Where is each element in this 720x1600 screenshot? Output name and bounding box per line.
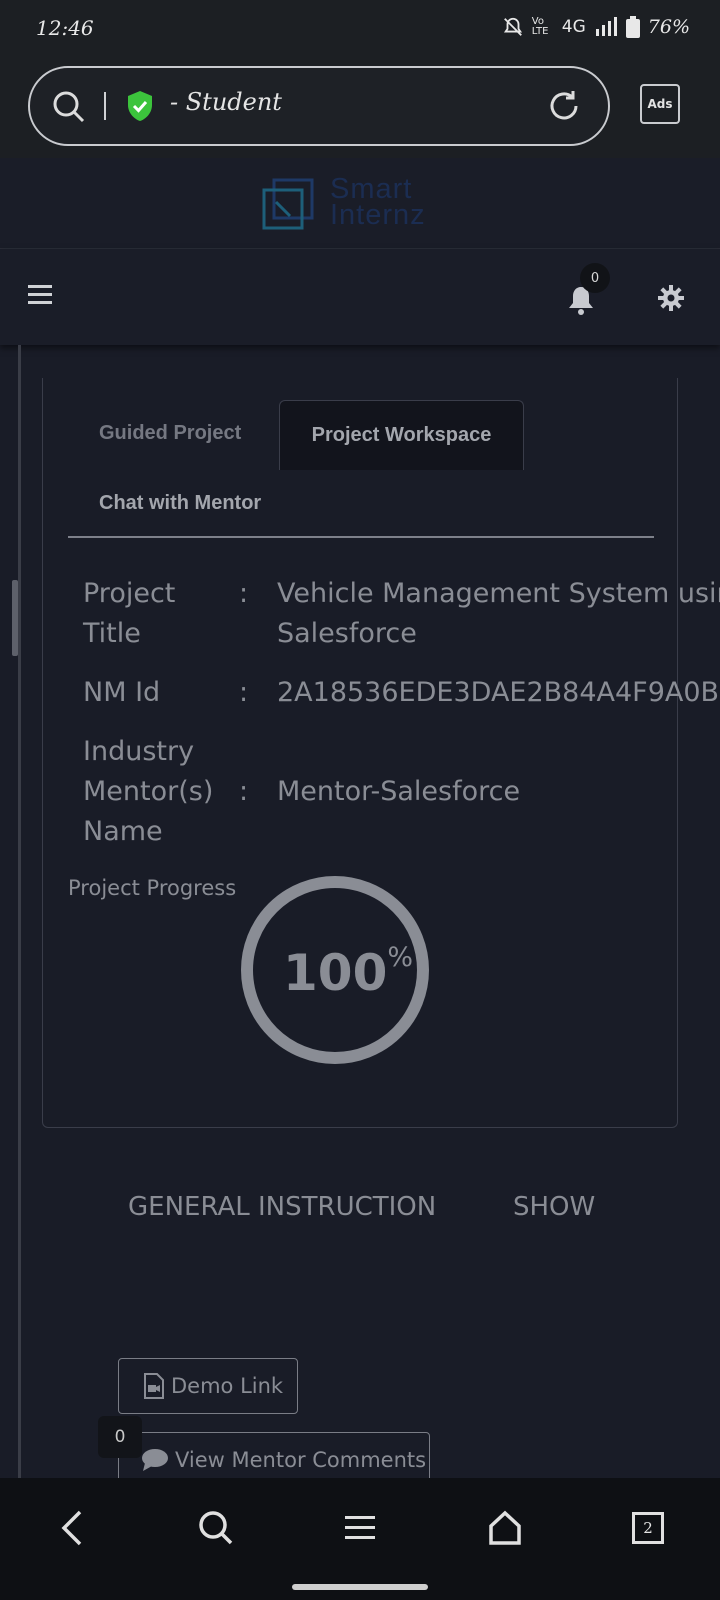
project-title-colon: : bbox=[239, 578, 249, 609]
mentor-label-line-2: Mentor(s) bbox=[83, 776, 214, 807]
project-card: Guided Project Project Workspace Chat wi… bbox=[42, 378, 720, 1128]
tab-guided-project[interactable]: Guided Project bbox=[99, 422, 241, 445]
gesture-home-indicator[interactable] bbox=[292, 1584, 428, 1590]
page-rail bbox=[18, 345, 21, 1480]
notification-count-badge: 0 bbox=[580, 263, 610, 293]
mentor-label: Industry Mentor(s) Name bbox=[83, 732, 223, 852]
volte-indicator: Vo LTE bbox=[531, 16, 549, 37]
status-bar: 12:46 Vo LTE 4G 76% bbox=[0, 0, 720, 58]
project-title-label: Project Title bbox=[83, 574, 223, 654]
project-title-label-line-1: Project bbox=[83, 578, 176, 609]
scrollbar-thumb[interactable] bbox=[12, 580, 18, 656]
smartinternz-logo-icon[interactable] bbox=[262, 178, 316, 232]
reload-icon[interactable] bbox=[546, 88, 582, 124]
back-icon[interactable] bbox=[58, 1508, 88, 1548]
tabs-icon[interactable]: 2 bbox=[632, 1512, 664, 1544]
shield-icon[interactable] bbox=[126, 90, 154, 122]
address-bar[interactable]: - Student bbox=[28, 66, 610, 146]
project-progress-label: Project Progress bbox=[68, 876, 237, 900]
tab-underline bbox=[68, 536, 654, 538]
project-title-value-line-1: Vehicle Management System using bbox=[277, 578, 720, 609]
mentor-label-line-1: Industry bbox=[83, 736, 195, 767]
browser-toolbar: - Student Ads bbox=[0, 58, 720, 159]
search-icon[interactable] bbox=[52, 90, 86, 124]
logo-line-2: Internz bbox=[330, 199, 426, 231]
nm-id-colon: : bbox=[239, 677, 249, 708]
general-instruction-title: GENERAL INSTRUCTION bbox=[128, 1192, 437, 1222]
browser-bottom-bar: 2 bbox=[0, 1478, 720, 1600]
ads-button[interactable]: Ads bbox=[640, 84, 680, 124]
site-header: Smart Internz bbox=[0, 158, 720, 249]
demo-link-button[interactable]: Demo Link bbox=[118, 1358, 298, 1414]
nm-id-label: NM Id bbox=[83, 677, 161, 708]
nm-id-value: 2A18536EDE3DAE2B84A4F9A0BFE bbox=[277, 677, 720, 708]
video-file-icon bbox=[144, 1373, 164, 1399]
project-title-value-line-2: Salesforce bbox=[277, 618, 417, 649]
view-mentor-comments-label: View Mentor Comments bbox=[175, 1448, 427, 1472]
hamburger-menu-icon[interactable] bbox=[28, 285, 52, 305]
project-title-label-line-2: Title bbox=[83, 618, 141, 649]
tab-project-workspace[interactable]: Project Workspace bbox=[279, 400, 524, 470]
gear-icon[interactable] bbox=[658, 285, 684, 311]
progress-unit: % bbox=[387, 942, 414, 974]
home-icon[interactable] bbox=[488, 1508, 522, 1548]
mentor-label-line-3: Name bbox=[83, 816, 163, 847]
project-title-value: Vehicle Management System using Salesfor… bbox=[277, 574, 720, 654]
silent-bell-icon bbox=[503, 17, 522, 36]
progress-value: 100 bbox=[283, 944, 388, 1002]
status-time: 12:46 bbox=[36, 16, 94, 40]
status-icons: Vo LTE 4G 76% bbox=[502, 16, 690, 38]
battery-icon bbox=[625, 16, 640, 38]
address-divider bbox=[104, 92, 106, 120]
url-text[interactable]: - Student bbox=[170, 88, 282, 116]
demo-link-label: Demo Link bbox=[171, 1374, 284, 1398]
search-icon[interactable] bbox=[198, 1508, 234, 1548]
show-instructions-toggle[interactable]: SHOW bbox=[513, 1192, 595, 1222]
mentor-colon: : bbox=[239, 776, 249, 807]
tabs-count: 2 bbox=[643, 1519, 653, 1537]
logo-text[interactable]: Smart Internz bbox=[330, 175, 426, 231]
comment-icon bbox=[142, 1449, 168, 1471]
signal-icon bbox=[595, 17, 617, 36]
nav-bar: 0 bbox=[0, 249, 720, 345]
progress-percent: 100% bbox=[283, 942, 414, 1002]
battery-percent: 76% bbox=[647, 16, 690, 38]
network-type: 4G bbox=[561, 17, 586, 37]
menu-icon[interactable] bbox=[344, 1508, 376, 1548]
tab-chat-with-mentor[interactable]: Chat with Mentor bbox=[99, 492, 261, 515]
mentor-value: Mentor-Salesforce bbox=[277, 776, 521, 807]
comments-count-badge: 0 bbox=[98, 1416, 142, 1458]
